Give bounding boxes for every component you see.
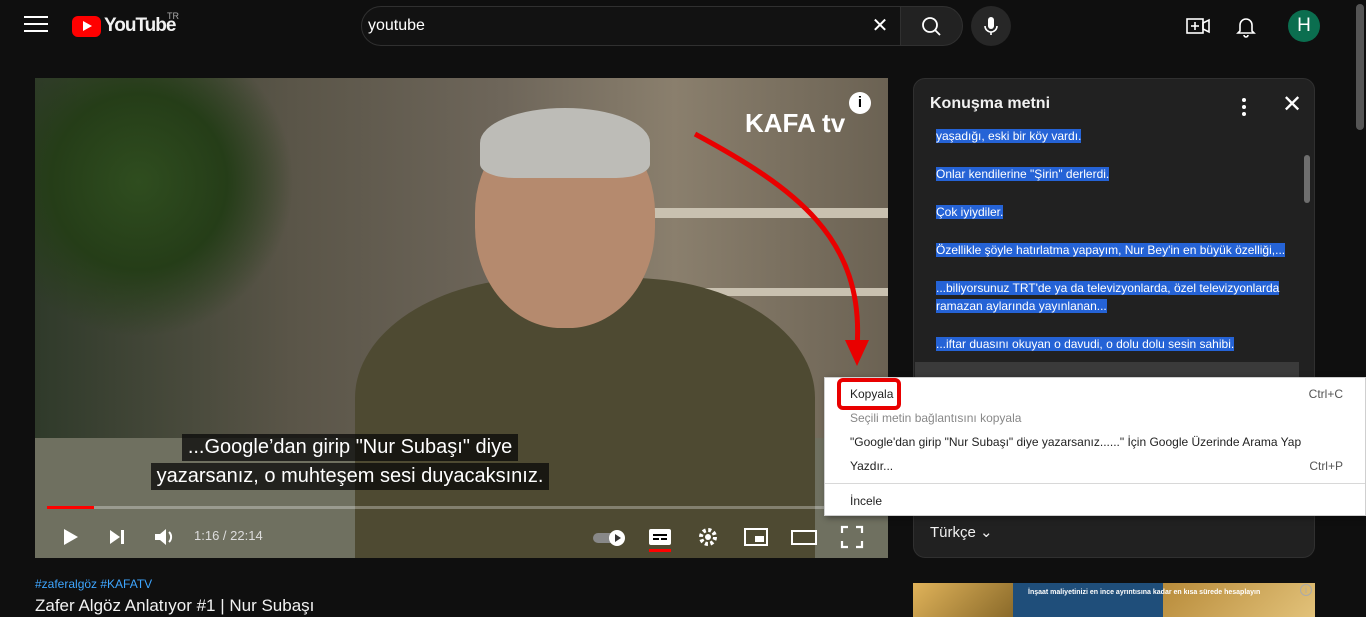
segment-text: ...iftar duasını okuyan o davudi, o dolu… [936,337,1235,351]
close-icon[interactable]: ✕ [1282,93,1306,117]
search-button[interactable] [900,6,963,46]
gear-icon [699,528,717,546]
transcript-title: Konuşma metni [930,95,1051,112]
create-video-icon [1186,18,1210,34]
progress-bar[interactable] [47,506,876,509]
theater-icon [791,530,817,545]
search-box: ✕ [361,6,901,46]
menu-item-copy[interactable]: Kopyala [850,384,893,404]
logo-text: YouTube [104,15,176,36]
next-button[interactable] [102,522,132,552]
hashtags[interactable]: #zaferalgöz #KAFATV [35,577,152,591]
transcript-segment[interactable]: ...iftar duasını okuyan o davudi, o dolu… [936,335,1286,353]
voice-search-button[interactable] [971,6,1011,46]
print-shortcut: Ctrl+P [1309,459,1343,473]
masthead: YouTube TR ✕ H [0,0,1366,52]
search-input[interactable] [368,13,858,39]
segment-text: yaşadığı, eski bir köy vardı. [936,129,1082,143]
microphone-icon [984,17,998,35]
time-display: 1:16 / 22:14 [194,528,263,543]
menu-item-google-search[interactable]: "Google'dan girip "Nur Subaşı" diye yaza… [850,432,1301,452]
play-icon [64,529,78,545]
closed-captions-icon [649,529,671,552]
fullscreen-button[interactable] [837,522,867,552]
transcript-scrollbar[interactable] [1304,155,1310,203]
segment-text: Özellikle şöyle hatırlatma yapayım, Nur … [936,243,1286,257]
progress-fill [47,506,95,509]
ad-image [913,583,1013,617]
language-label: Türkçe [930,524,976,541]
notifications-button[interactable] [1230,10,1262,42]
clear-search-icon[interactable]: ✕ [870,16,890,36]
create-button[interactable] [1182,10,1214,42]
miniplayer-icon [744,528,768,546]
segment-text: Onlar kendilerine "Şirin" derlerdi. [936,167,1110,181]
ad-text: İnşaat maliyetinizi en ince ayrıntısına … [1028,589,1261,596]
bell-icon [1236,18,1256,38]
youtube-play-icon [72,15,101,37]
copy-shortcut: Ctrl+C [1308,387,1343,401]
play-button[interactable] [55,522,85,552]
country-code: TR [167,11,179,21]
menu-item-inspect[interactable]: İncele [850,491,882,511]
transcript-segment[interactable]: Özellikle şöyle hatırlatma yapayım, Nur … [936,241,1286,259]
context-menu: Kopyala Ctrl+C Seçili metin bağlantısını… [824,377,1366,516]
language-selector[interactable]: Türkçe ⌄ [930,523,993,541]
ad-banner[interactable]: İnşaat maliyetinizi en ince ayrıntısına … [913,583,1315,617]
avatar[interactable]: H [1288,10,1320,42]
more-vert-icon [1242,98,1246,116]
autoplay-icon [593,530,625,546]
menu-item-copy-link[interactable]: Seçili metin bağlantısını kopyala [850,408,1021,428]
segment-text: Çok iyiydiler. [936,205,1004,219]
subtitles-button[interactable] [645,522,675,552]
subtitles: ...Google’dan girip "Nur Subaşı" diye ya… [35,434,665,492]
menu-item-print[interactable]: Yazdır... [850,456,893,476]
volume-button[interactable] [149,522,179,552]
settings-button[interactable] [693,522,723,552]
menu-icon[interactable] [24,16,48,36]
more-options-button[interactable] [1232,95,1256,119]
transcript-segment[interactable]: Onlar kendilerine "Şirin" derlerdi. [936,165,1286,183]
fullscreen-icon [840,525,864,549]
menu-separator [825,483,1365,484]
autoplay-toggle[interactable] [591,522,631,552]
segment-text: ...biliyorsunuz TRT'de ya da televizyonl… [936,281,1280,313]
subtitle-line: yazarsanız, o muhteşem sesi duyacaksınız… [150,463,550,490]
theater-mode-button[interactable] [789,522,819,552]
miniplayer-button[interactable] [741,522,771,552]
player-controls: 1:16 / 22:14 [35,516,888,558]
chevron-down-icon: ⌄ [980,524,993,541]
video-title: Zafer Algöz Anlatıyor #1 | Nur Subaşı [35,596,315,615]
transcript-segment[interactable]: Çok iyiydiler. [936,203,1286,221]
youtube-logo[interactable]: YouTube TR [72,11,179,38]
page-scrollbar[interactable] [1354,0,1366,617]
transcript-segment[interactable]: ...biliyorsunuz TRT'de ya da televizyonl… [936,279,1286,315]
page-scrollbar-thumb[interactable] [1356,4,1364,130]
volume-icon [155,529,173,545]
next-icon [110,530,124,544]
ad-info-icon[interactable]: i [1300,584,1312,596]
search-icon [922,17,941,36]
transcript-segment[interactable]: yaşadığı, eski bir köy vardı. [936,127,1286,145]
video-player[interactable]: KAFA tv i ...Google’dan girip "Nur Subaş… [35,78,888,558]
subtitle-line: ...Google’dan girip "Nur Subaşı" diye [181,434,519,461]
